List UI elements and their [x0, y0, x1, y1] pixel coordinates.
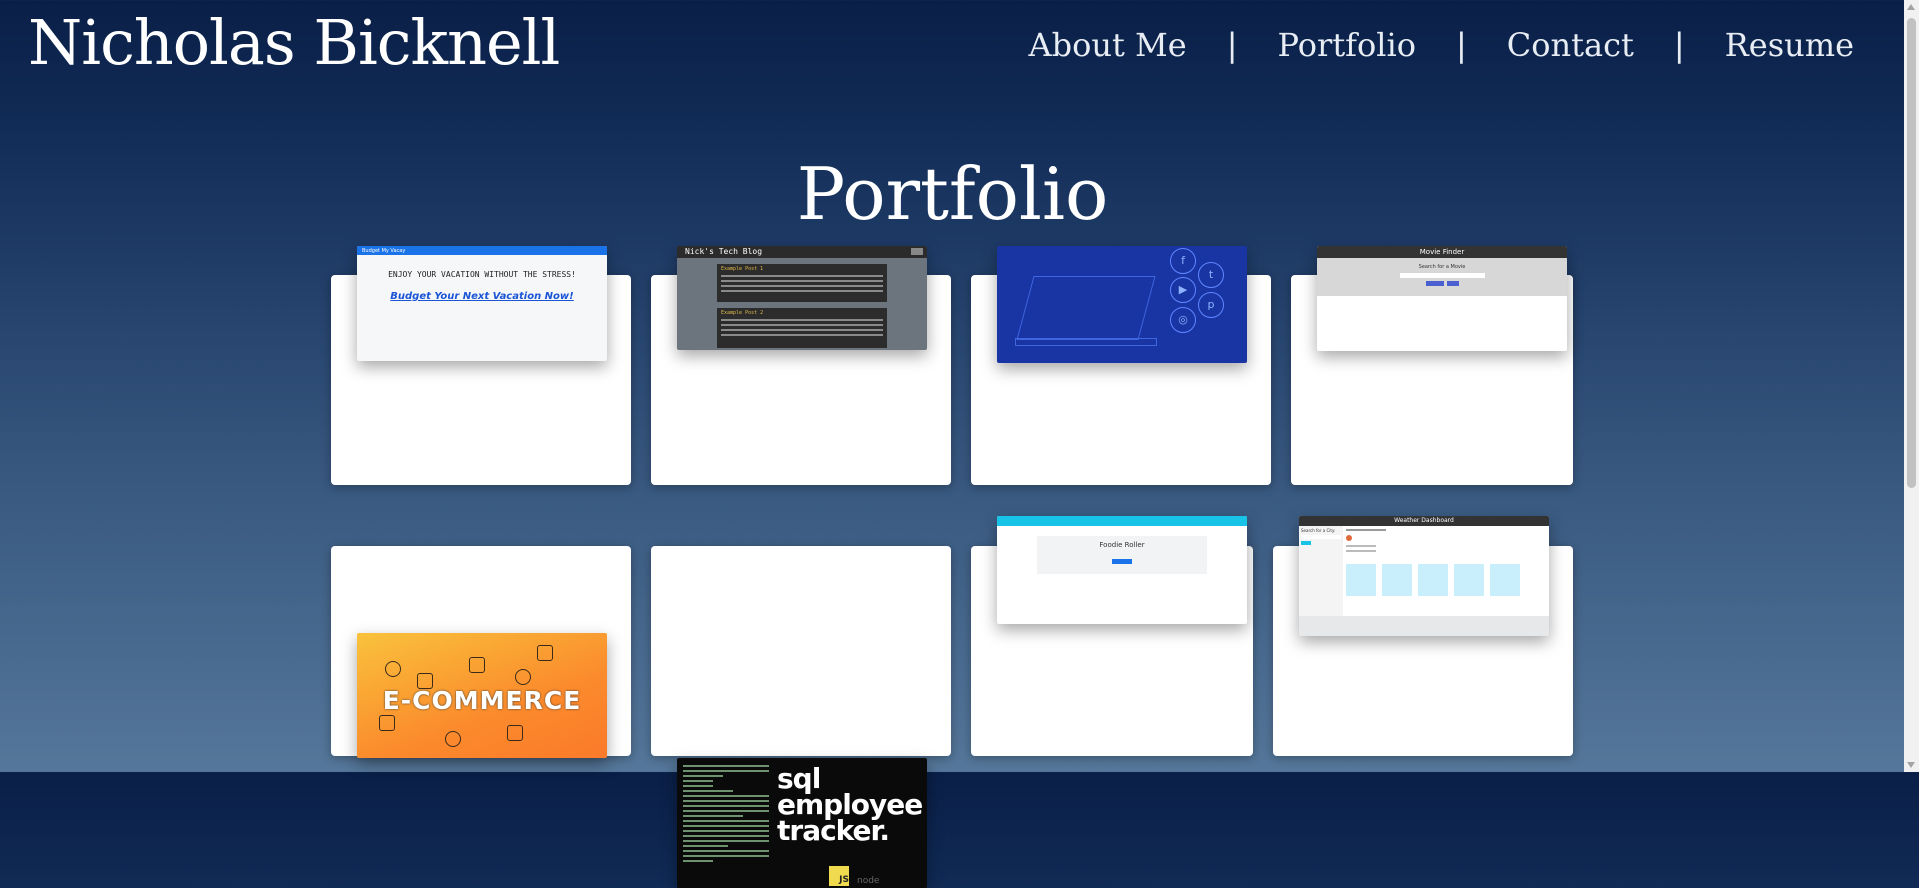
- nav-contact[interactable]: Contact: [1507, 26, 1634, 64]
- scrollbar-thumb[interactable]: [1907, 18, 1916, 488]
- thumbnail-brand: Budget My Vacay: [362, 247, 406, 254]
- thumbnail-post: Example Post 2: [717, 308, 887, 348]
- site-title: Nicholas Bicknell: [28, 6, 560, 79]
- search-label: Search for a Movie: [1418, 264, 1466, 270]
- post-title: Example Post 1: [721, 266, 764, 272]
- forecast-day: [1418, 564, 1448, 596]
- node-logo-icon: node: [857, 876, 880, 886]
- globe-icon: [515, 669, 531, 685]
- cart-icon: [507, 725, 523, 741]
- forecast-day: [1346, 564, 1376, 596]
- nav-resume[interactable]: Resume: [1725, 26, 1854, 64]
- nav-separator: |: [1456, 26, 1467, 64]
- five-day-forecast: [1346, 564, 1546, 596]
- project-thumbnail-ecommerce[interactable]: E-COMMERCE: [357, 633, 607, 758]
- envelope-icon: [379, 715, 395, 731]
- thumbnail-tagline: ENJOY YOUR VACATION WITHOUT THE STRESS!: [388, 270, 576, 279]
- search-band: Search for a Movie: [1317, 258, 1567, 296]
- clear-button: [1446, 281, 1459, 286]
- project-thumbnail-social[interactable]: f t ▶ p ◎: [997, 246, 1247, 363]
- login-button: [911, 248, 923, 255]
- nav-separator: |: [1673, 26, 1685, 64]
- search-sidebar: Search for a City:: [1299, 526, 1343, 616]
- project-thumbnail-blog[interactable]: Nick's Tech Blog Example Post 1 Example …: [677, 246, 927, 350]
- thumbnail-navbar: Budget My Vacay: [357, 246, 607, 255]
- thumbnail-cta-link: Budget Your Next Vacation Now!: [390, 291, 574, 302]
- thumbnail-brand: Nick's Tech Blog: [685, 247, 763, 256]
- weather-icon: [1346, 535, 1352, 541]
- sql-wordmark: sql employee tracker.: [777, 762, 923, 847]
- instagram-icon: ◎: [1170, 307, 1196, 333]
- laptop-illustration: [1016, 276, 1156, 340]
- clock-icon: [385, 661, 401, 677]
- scroll-up-arrow-icon[interactable]: [1907, 4, 1915, 10]
- cart-icon: [469, 657, 485, 673]
- forecast-day: [1490, 564, 1520, 596]
- wordmark-line: employee: [777, 788, 923, 821]
- project-thumbnail-foodie[interactable]: Foodie Roller: [997, 516, 1247, 624]
- thumbnail-navbar: [997, 516, 1247, 526]
- roller-box: Foodie Roller: [1037, 536, 1207, 574]
- chat-icon: [537, 645, 553, 661]
- thumbnail-post: Example Post 1: [717, 264, 887, 302]
- scroll-down-arrow-icon[interactable]: [1907, 762, 1915, 768]
- wordmark-line: tracker.: [777, 814, 890, 847]
- ecommerce-wordmark: E-COMMERCE: [382, 686, 582, 715]
- project-thumbnail-budget[interactable]: Budget My Vacay ENJOY YOUR VACATION WITH…: [357, 246, 607, 361]
- roller-subtitle: [1037, 551, 1207, 556]
- project-thumbnail-weather[interactable]: Weather Dashboard Search for a City:: [1299, 516, 1549, 636]
- youtube-icon: ▶: [1170, 277, 1196, 303]
- post-title: Example Post 2: [721, 310, 764, 316]
- thumbnail-navbar: Movie Finder: [1317, 246, 1567, 258]
- forecast-panel: [1343, 526, 1549, 616]
- forecast-day: [1454, 564, 1484, 596]
- laptop-base: [1015, 338, 1157, 346]
- javascript-logo-icon: JS: [829, 866, 849, 886]
- roller-title: Foodie Roller: [1099, 541, 1145, 549]
- main-nav: About Me | Portfolio | Contact | Resume: [1029, 26, 1854, 64]
- page-title: Portfolio: [796, 152, 1109, 236]
- nav-portfolio[interactable]: Portfolio: [1278, 26, 1417, 64]
- lightbulb-icon: [445, 731, 461, 747]
- search-input: [1399, 273, 1485, 278]
- search-button: [1425, 281, 1444, 286]
- thumbnail-navbar: Nick's Tech Blog: [677, 246, 927, 258]
- nav-about-me[interactable]: About Me: [1029, 26, 1187, 64]
- twitter-icon: t: [1198, 262, 1224, 288]
- search-label: Search for a City:: [1301, 528, 1336, 533]
- nav-separator: |: [1226, 26, 1238, 64]
- wordmark-line: sql: [777, 762, 821, 795]
- forecast-day: [1382, 564, 1412, 596]
- thumbnail-navbar: Weather Dashboard: [1299, 516, 1549, 526]
- project-thumbnail-movie[interactable]: Movie Finder Search for a Movie: [1317, 246, 1567, 351]
- pinterest-icon: p: [1198, 292, 1224, 318]
- terminal-output: [683, 762, 769, 862]
- facebook-icon: f: [1170, 248, 1196, 274]
- page-scrollbar[interactable]: [1904, 0, 1919, 772]
- roll-button: [1112, 559, 1132, 564]
- project-thumbnail-sql[interactable]: sql employee tracker. JS node: [677, 758, 927, 888]
- project-card[interactable]: [651, 546, 951, 756]
